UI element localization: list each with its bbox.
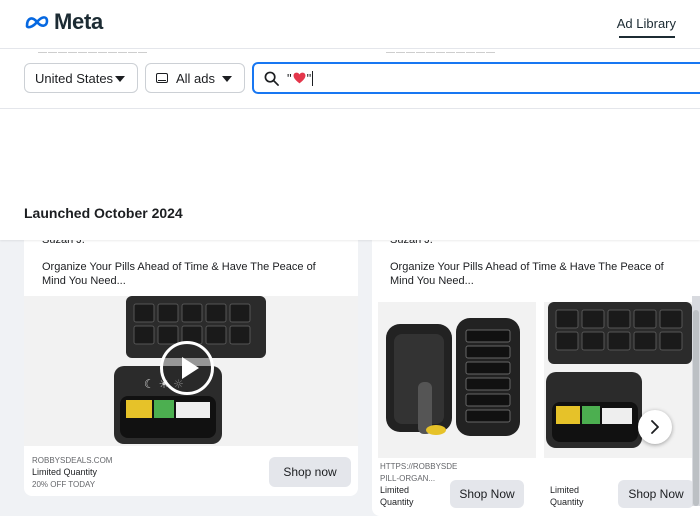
search-icon [264, 71, 279, 86]
carousel-image[interactable] [544, 302, 694, 458]
heart-emoji-icon [293, 72, 306, 84]
search-quote-open: " [287, 70, 292, 86]
ad-domain: ROBBYSDEALS.COM [32, 456, 113, 465]
scrollbar-thumb[interactable] [693, 310, 699, 506]
ad-headline: Limited Quantity [32, 467, 98, 477]
ad-headline: Limited [550, 485, 580, 495]
chevron-right-icon [651, 420, 659, 434]
play-button-icon[interactable] [160, 341, 214, 395]
ad-video[interactable]: ☾ ☀ ☼ [24, 296, 358, 446]
active-nav-underline [619, 36, 675, 38]
section-title: Launched October 2024 [24, 205, 183, 221]
shop-now-button[interactable]: Shop Now [450, 480, 524, 508]
ad-domain: HTTPS://ROBBYSDE [380, 462, 458, 471]
nav-ad-library[interactable]: Ad Library [617, 16, 676, 31]
country-value: United States [35, 70, 114, 86]
faded-text-remnant: ▬▬▬▬▬▬▬▬▬▬▬ [386, 47, 496, 53]
ad-body-text: Organize Your Pills Ahead of Time & Have… [390, 261, 664, 287]
pill-case-open-image [386, 318, 520, 436]
shop-now-button[interactable]: Shop now [269, 457, 351, 487]
text-cursor [312, 70, 314, 86]
caret-down-icon [222, 76, 232, 82]
brand-name: Meta [54, 9, 103, 34]
ad-body-text: Organize Your Pills Ahead of Time & Have… [42, 261, 316, 287]
monitor-icon [156, 73, 168, 83]
faded-text-remnant: ▬▬▬▬▬▬▬▬▬▬▬ [38, 47, 148, 53]
ad-type-value: All ads [176, 70, 216, 86]
section-header: Launched October 2024 [0, 109, 700, 240]
top-bar: Meta Ad Library [0, 0, 700, 49]
meta-logo[interactable]: Meta [24, 9, 103, 35]
search-query: " " [287, 70, 314, 86]
ad-domain: PILL-ORGAN... [380, 474, 436, 483]
filter-bar: ▬▬▬▬▬▬▬▬▬▬▬ ▬▬▬▬▬▬▬▬▬▬▬ United States Al… [0, 47, 700, 109]
search-quote-close: " [306, 70, 312, 86]
country-dropdown[interactable]: United States [24, 63, 138, 93]
search-input[interactable]: " " [252, 62, 700, 94]
scrollbar[interactable] [692, 296, 700, 506]
ad-description: 20% OFF TODAY [32, 480, 96, 489]
caret-down-icon [115, 76, 125, 82]
ad-headline: Limited [380, 485, 410, 495]
ad-card: Suzan J. Organize Your Pills Ahead of Ti… [24, 226, 358, 496]
carousel-image[interactable] [378, 302, 536, 458]
meta-infinity-icon [25, 16, 49, 29]
shop-now-button[interactable]: Shop Now [618, 480, 694, 508]
carousel-next-button[interactable] [638, 410, 672, 444]
ad-type-dropdown[interactable]: All ads [145, 63, 245, 93]
ad-card: Suzan J. Organize Your Pills Ahead of Ti… [372, 226, 700, 516]
